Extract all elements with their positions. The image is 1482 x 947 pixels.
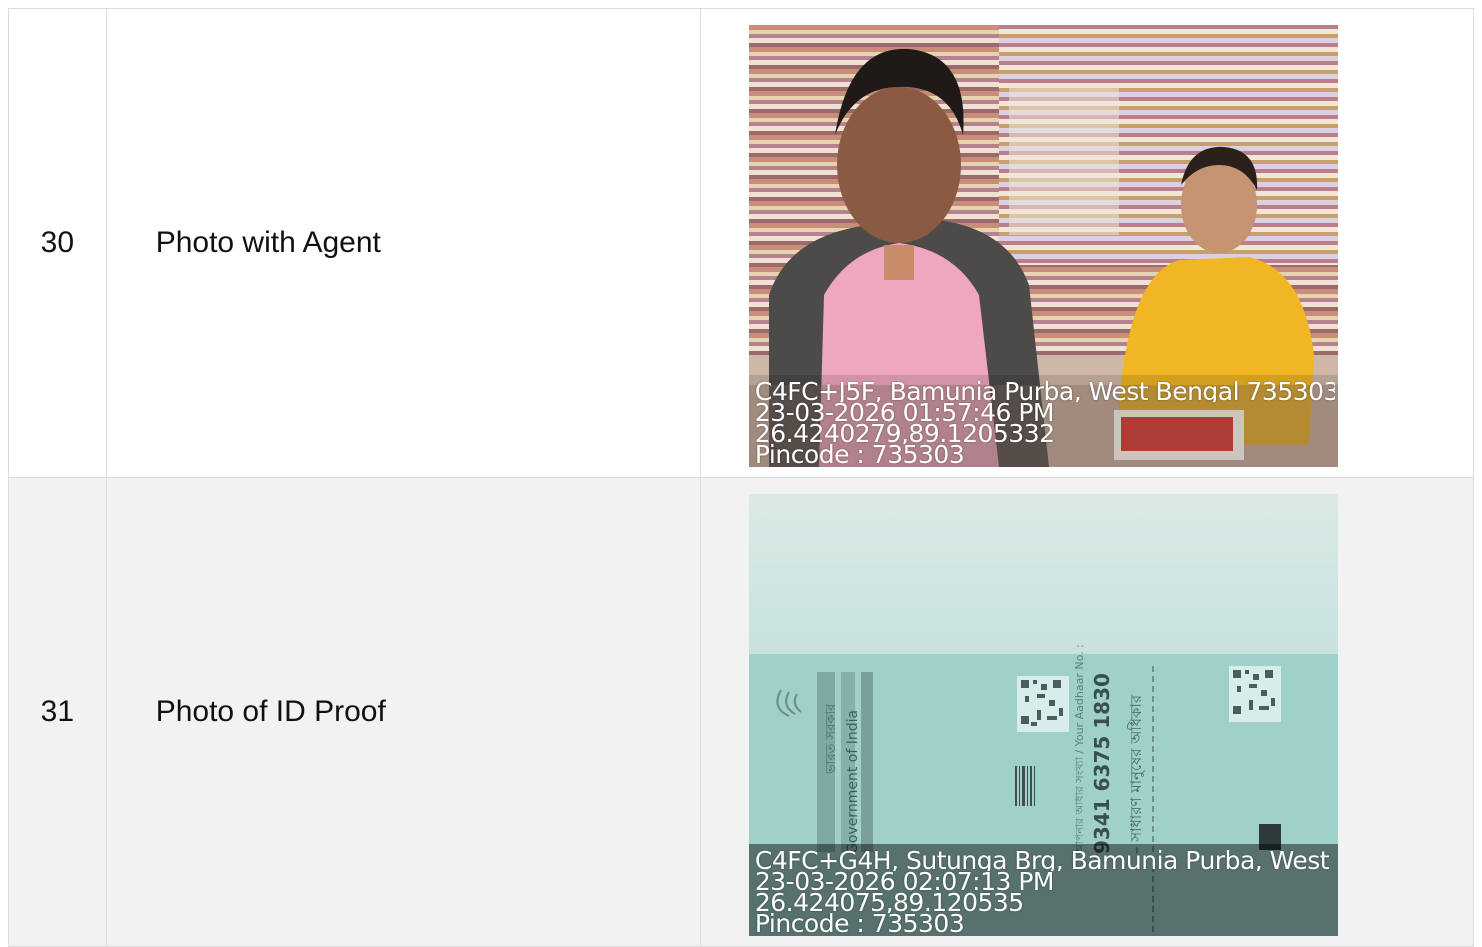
card-tagline: – সাধারণ মানুষের অধিকার [1127, 694, 1145, 854]
row-label: Photo with Agent [105, 8, 701, 478]
stamp-address: C4FC+J5F, Bamunia Purba, West Bengal 735… [754, 381, 1335, 402]
card-aadhaar-number: 9341 6375 1830 [1090, 673, 1114, 854]
row-number: 30 [8, 8, 107, 478]
row-label: Photo of ID Proof [105, 477, 701, 947]
id-proof-photo[interactable]: Government of India ভারত সরকার 9341 6375… [748, 494, 1338, 936]
photo-cell: C4FC+J5F, Bamunia Purba, West Bengal 735… [699, 8, 1475, 478]
stamp-pincode: Pincode : 735303 [754, 444, 965, 465]
photo-stamp: C4FC+G4H, Sutunga Brg, Bamunia Purba, We… [755, 850, 1335, 934]
agent-photo[interactable]: C4FC+J5F, Bamunia Purba, West Bengal 735… [748, 25, 1338, 467]
photo-stamp: C4FC+J5F, Bamunia Purba, West Bengal 735… [755, 381, 1335, 465]
card-gov-bn: ভারত সরকার [824, 703, 839, 775]
stamp-datetime: 23-03-2026 02:07:13 PM [754, 871, 1055, 892]
row-number: 31 [8, 477, 107, 947]
table-row: 30 Photo with Agent C4FC+J5F, Bamunia Pu… [8, 8, 1475, 478]
stamp-pincode: Pincode : 735303 [754, 913, 965, 934]
card-aadhaar-label: আপনার আধার সংখ্যা / Your Aadhaar No. : [1073, 644, 1086, 855]
photo-cell: Government of India ভারত সরকার 9341 6375… [699, 477, 1475, 947]
stamp-coordinates: 26.4240279,89.1205332 [754, 423, 1055, 444]
card-gov-en: Government of India [845, 710, 861, 854]
table-row: 31 Photo of ID Proof Government of India… [8, 477, 1475, 947]
stamp-address: C4FC+G4H, Sutunga Brg, Bamunia Purba, We… [754, 850, 1335, 871]
document-page: 30 Photo with Agent C4FC+J5F, Bamunia Pu… [0, 0, 1482, 947]
stamp-datetime: 23-03-2026 01:57:46 PM [754, 402, 1055, 423]
photo-table: 30 Photo with Agent C4FC+J5F, Bamunia Pu… [8, 8, 1475, 947]
stamp-coordinates: 26.424075,89.120535 [754, 892, 1024, 913]
